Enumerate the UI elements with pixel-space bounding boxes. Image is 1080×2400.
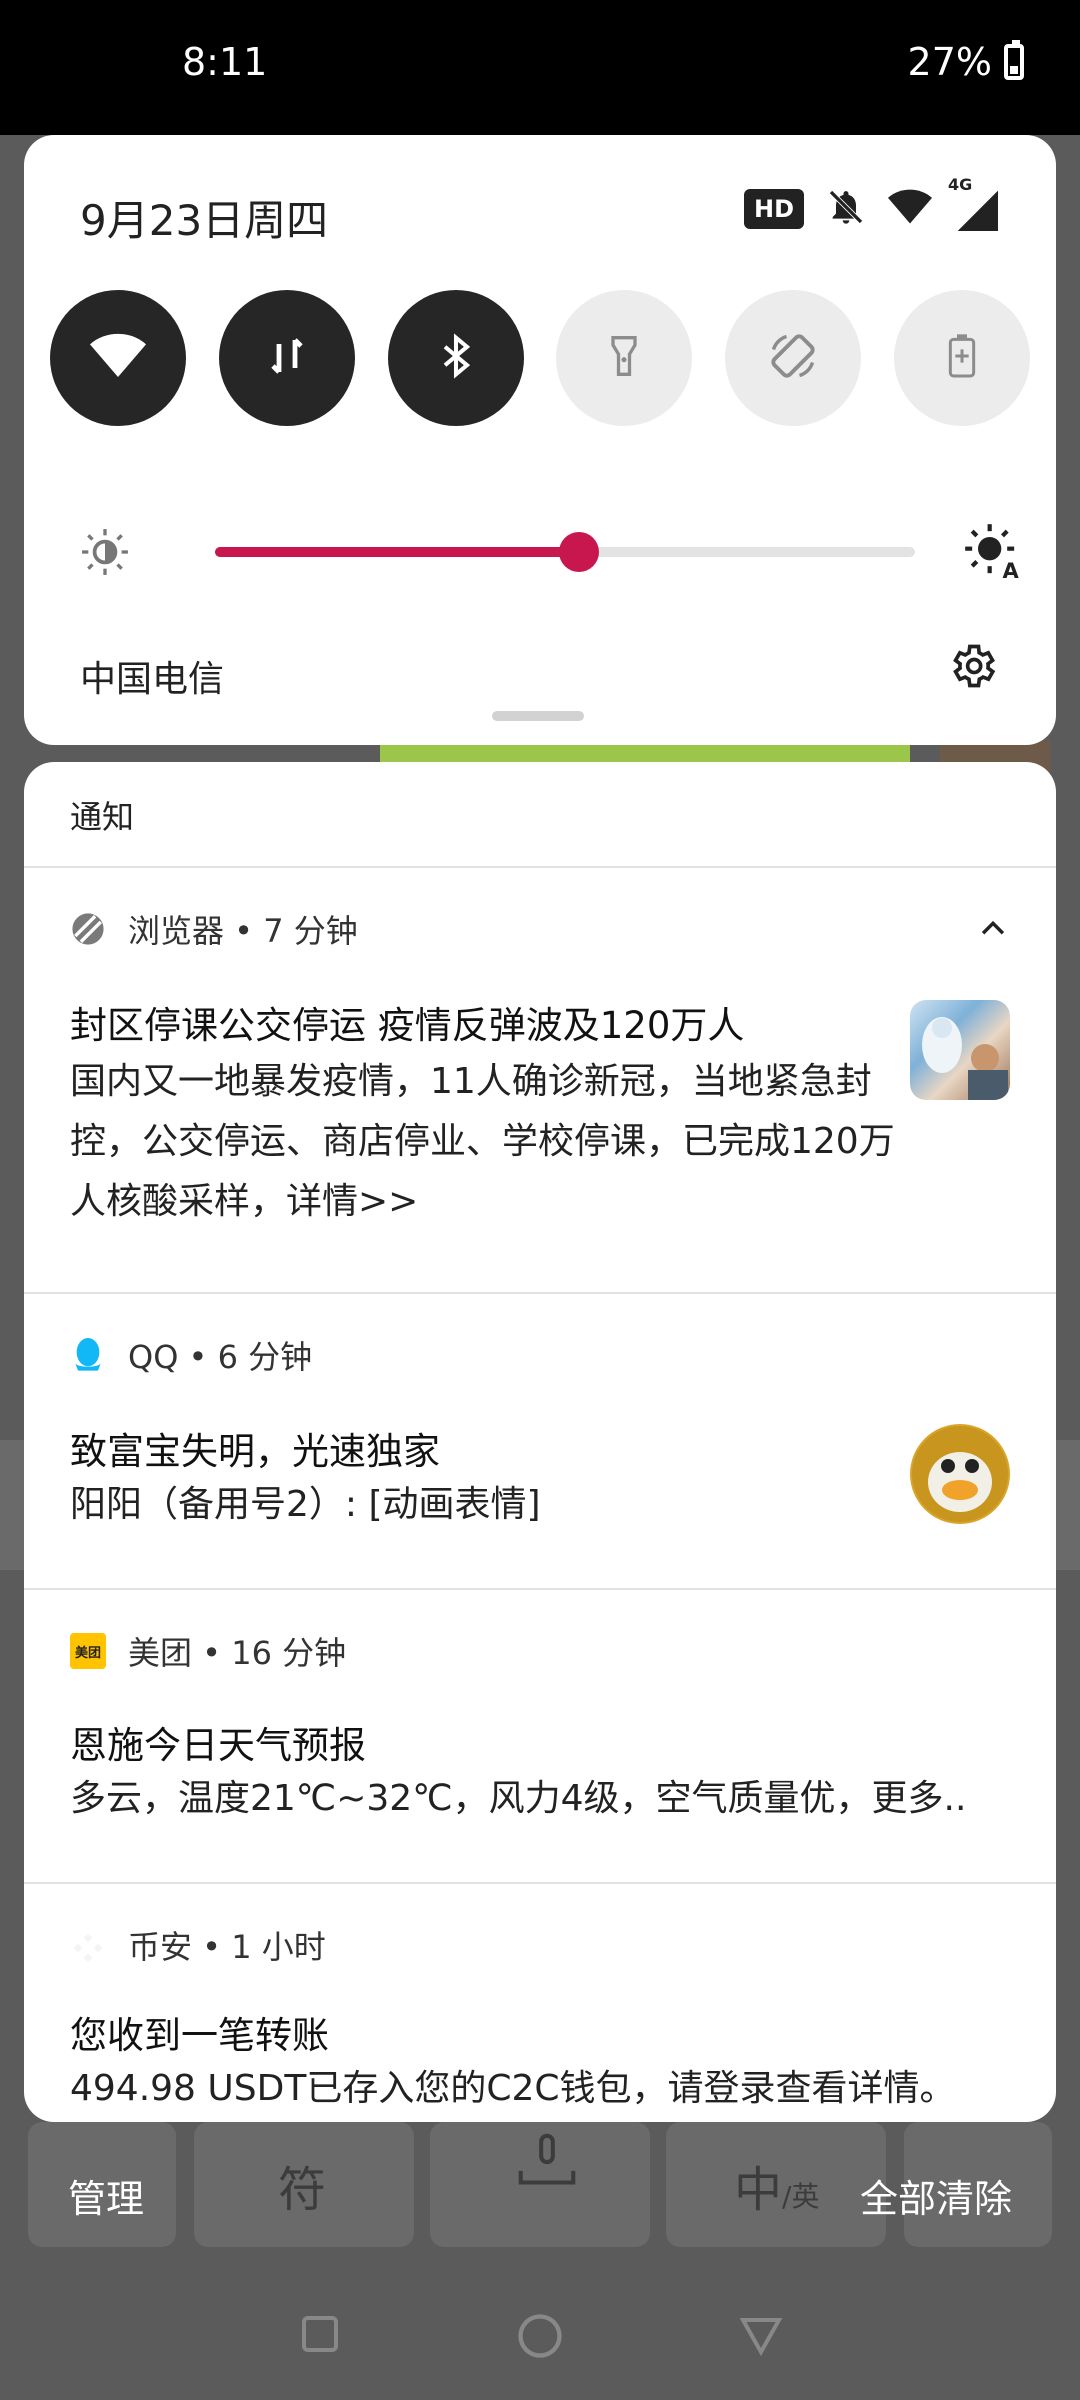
notification-meta: 美团 美团 • 16 分钟	[70, 1628, 346, 1674]
notification-title: 致富宝失明，光速独家	[70, 1430, 440, 1473]
navigation-bar	[0, 2270, 1080, 2400]
battery-indicator: 27%	[908, 40, 1024, 84]
brightness-low-icon	[80, 527, 130, 581]
qs-date: 9月23日周四	[80, 196, 329, 245]
notification-title: 您收到一笔转账	[70, 2014, 329, 2057]
brightness-slider-thumb[interactable]	[559, 532, 599, 572]
notification-meta-text: 浏览器 • 7 分钟	[128, 912, 358, 950]
meituan-icon-label: 美团	[74, 1645, 101, 1661]
notification-text: 多云，温度21℃~32℃，风力4级，空气质量优，更多..	[70, 1778, 967, 1819]
notification-header-label: 通知	[70, 798, 135, 836]
notification-meta-text: QQ • 6 分钟	[128, 1338, 313, 1376]
home-button[interactable]	[514, 2310, 566, 2366]
notification-body: 致富宝失明，光速独家 阳阳（备用号2）: [动画表情]	[70, 1426, 906, 1532]
microphone-icon	[512, 2130, 582, 2212]
hd-badge: HD	[743, 189, 804, 229]
brightness-slider-fill	[215, 547, 579, 557]
notification-binance[interactable]: 币安 • 1 小时 您收到一笔转账 494.98 USDT已存入您的C2C钱包，…	[24, 1884, 1056, 2122]
network-type-label: 4G	[948, 175, 973, 194]
battery-plus-icon	[942, 330, 982, 386]
notification-meta: 浏览器 • 7 分钟	[70, 906, 358, 952]
bell-off-icon	[826, 187, 866, 231]
status-time: 8:11	[182, 40, 268, 84]
browser-app-icon	[70, 911, 106, 947]
qq-penguin-icon	[70, 1337, 106, 1373]
keyboard-language-key: 中/英	[734, 2162, 820, 2218]
notification-meta-text: 美团 • 16 分钟	[128, 1634, 347, 1672]
notification-meta-text: 币安 • 1 小时	[128, 1928, 326, 1966]
notification-body: 封区停课公交停运 疫情反弹波及120万人 国内又一地暴发疫情，11人确诊新冠，当…	[70, 1000, 906, 1232]
panel-drag-handle[interactable]	[492, 711, 584, 721]
clear-all-button[interactable]: 全部清除	[860, 2168, 1012, 2223]
binance-app-icon	[70, 1927, 106, 1963]
notification-header: 通知	[24, 762, 1056, 868]
bluetooth-tile[interactable]	[387, 290, 524, 426]
notification-text: 国内又一地暴发疫情，11人确诊新冠，当地紧急封控，公交停运、商店停业、学校停课，…	[70, 1061, 895, 1222]
settings-gear-icon[interactable]	[946, 640, 998, 696]
auto-rotate-tile[interactable]	[725, 290, 862, 426]
brightness-control: A	[80, 515, 1020, 585]
notification-body: 您收到一笔转账 494.98 USDT已存入您的C2C钱包，请登录查看详情。	[70, 2010, 1010, 2116]
mobile-data-tile[interactable]	[218, 290, 355, 426]
cellular-4g-icon: 4G	[948, 175, 998, 231]
carrier-name: 中国电信	[80, 659, 225, 700]
quick-settings-panel: 9月23日周四 HD 4G A 中国电信	[24, 135, 1056, 745]
back-button[interactable]	[736, 2310, 786, 2362]
flashlight-icon	[602, 330, 646, 386]
battery-saver-tile[interactable]	[893, 290, 1030, 426]
notification-text: 494.98 USDT已存入您的C2C钱包，请登录查看详情。	[70, 2068, 956, 2109]
auto-brightness-icon[interactable]: A	[964, 523, 1020, 583]
svg-text:A: A	[1003, 559, 1020, 579]
brightness-slider[interactable]	[215, 532, 915, 572]
quick-tiles-row	[50, 290, 1030, 426]
notification-qq[interactable]: QQ • 6 分钟 致富宝失明，光速独家 阳阳（备用号2）: [动画表情]	[24, 1294, 1056, 1590]
notification-title: 封区停课公交停运 疫情反弹波及120万人	[70, 1004, 745, 1047]
wifi-tile[interactable]	[50, 290, 186, 426]
manage-notifications-button[interactable]: 管理	[68, 2168, 144, 2223]
battery-icon	[1004, 40, 1024, 80]
collapse-chevron-icon[interactable]	[976, 912, 1010, 950]
wifi-icon	[888, 187, 932, 231]
notification-body: 恩施今日天气预报 多云，温度21℃~32℃，风力4级，空气质量优，更多..	[70, 1720, 1010, 1826]
contact-avatar	[910, 1424, 1010, 1524]
recents-button[interactable]	[296, 2310, 344, 2362]
notification-meituan[interactable]: 美团 美团 • 16 分钟 恩施今日天气预报 多云，温度21℃~32℃，风力4级…	[24, 1590, 1056, 1884]
notification-text: 阳阳（备用号2）: [动画表情]	[70, 1484, 541, 1525]
notification-meta: QQ • 6 分钟	[70, 1332, 312, 1378]
wifi-icon	[90, 332, 146, 384]
notification-meta: 币安 • 1 小时	[70, 1922, 326, 1968]
qs-status-icons: HD 4G	[743, 175, 998, 231]
meituan-app-icon: 美团	[70, 1633, 106, 1669]
rotate-icon	[767, 330, 819, 386]
status-bar: 8:11 27%	[0, 0, 1080, 135]
notification-panel: 通知 浏览器 • 7 分钟 封区停课公交停运 疫情反弹波及120万人 国内又一地…	[24, 762, 1056, 2122]
battery-percent: 27%	[907, 40, 992, 84]
notification-title: 恩施今日天气预报	[70, 1724, 366, 1767]
notification-browser[interactable]: 浏览器 • 7 分钟 封区停课公交停运 疫情反弹波及120万人 国内又一地暴发疫…	[24, 868, 1056, 1294]
news-thumbnail	[910, 1000, 1010, 1100]
bluetooth-icon	[434, 330, 478, 386]
flashlight-tile[interactable]	[556, 290, 693, 426]
data-transfer-icon	[263, 332, 311, 384]
keyboard-symbol-key: 符	[278, 2162, 327, 2218]
